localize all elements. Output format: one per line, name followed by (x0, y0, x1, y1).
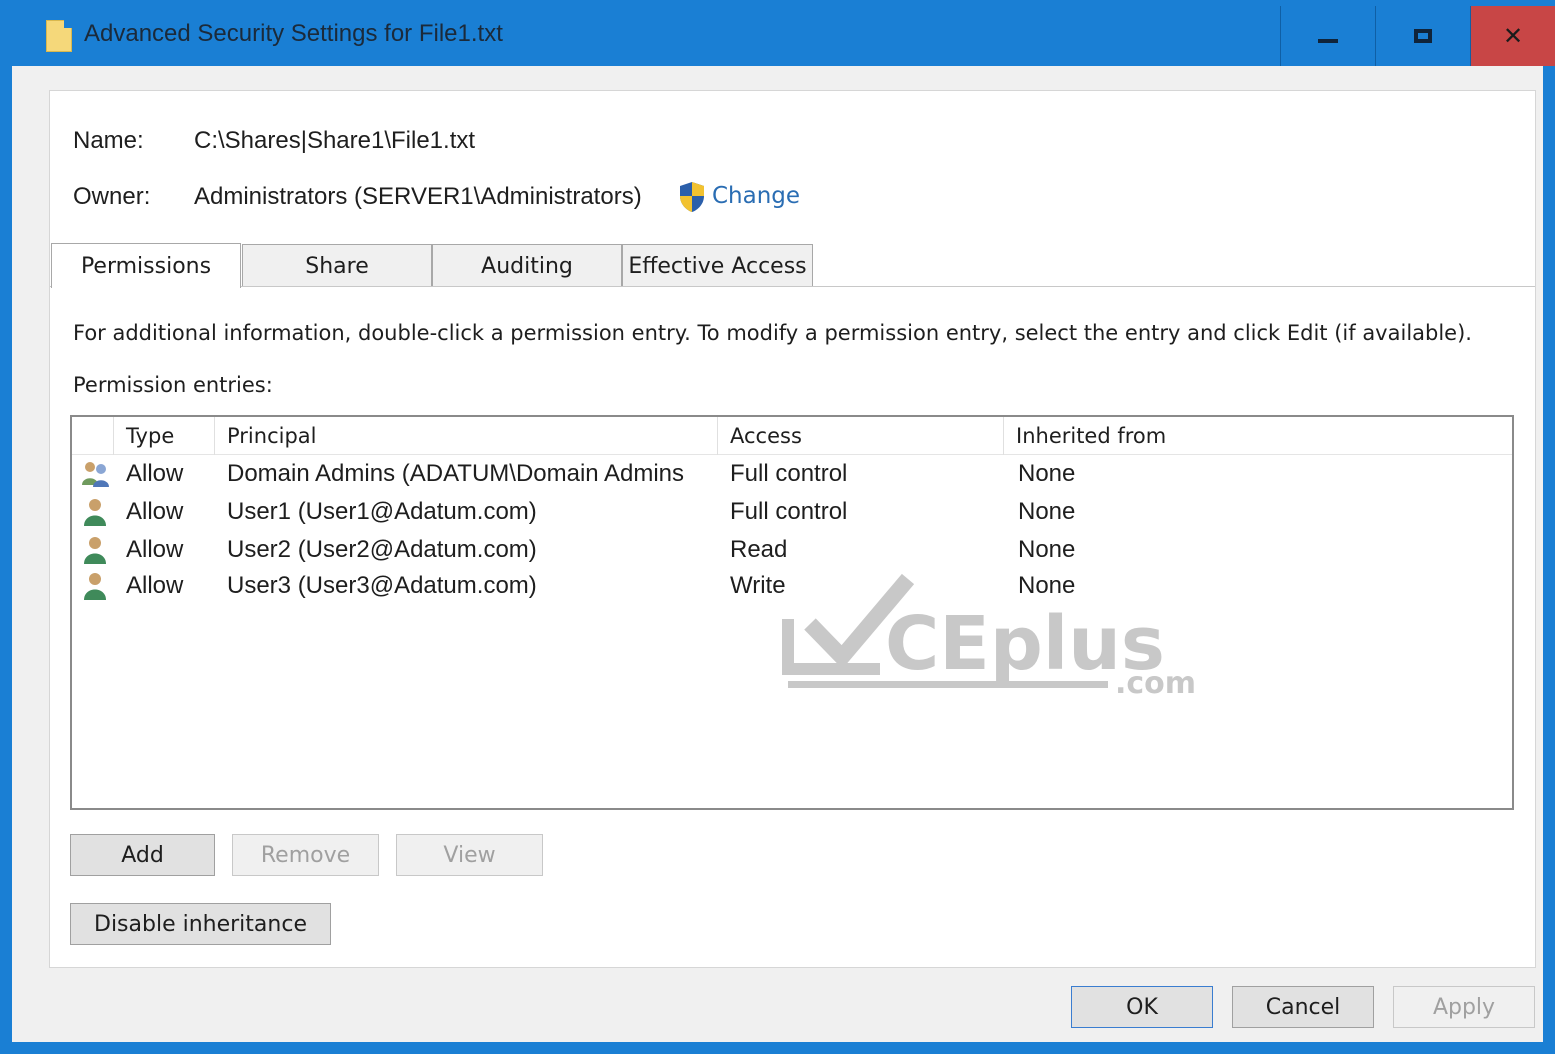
remove-button[interactable]: Remove (232, 834, 379, 876)
uac-shield-icon (680, 182, 704, 212)
owner-value: Administrators (SERVER1\Administrators) (194, 183, 642, 210)
user-icon (84, 537, 106, 564)
tab-permissions[interactable]: Permissions (51, 243, 241, 288)
row-access: Read (730, 536, 788, 563)
row-access: Full control (730, 498, 848, 525)
apply-button[interactable]: Apply (1393, 986, 1535, 1028)
table-row[interactable]: Allow Domain Admins (ADATUM\Domain Admin… (72, 455, 1512, 493)
minimize-icon (1318, 39, 1338, 43)
user-icon (84, 573, 106, 600)
row-principal: User2 (User2@Adatum.com) (227, 536, 537, 563)
row-principal: User1 (User1@Adatum.com) (227, 498, 537, 525)
change-owner-link[interactable]: Change (712, 183, 800, 209)
name-value: C:\Shares|Share1\File1.txt (194, 127, 476, 154)
row-access: Full control (730, 460, 848, 487)
minimize-button[interactable] (1280, 6, 1375, 66)
permission-entries-label: Permission entries: (73, 373, 273, 397)
row-inherited-from: None (1018, 536, 1076, 563)
row-type: Allow (126, 498, 184, 525)
permission-entries-list[interactable]: Type Principal Access Inherited from All… (70, 415, 1514, 810)
table-row[interactable]: Allow User3 (User3@Adatum.com) Write Non… (72, 567, 1512, 605)
maximize-button[interactable] (1375, 6, 1470, 66)
column-header-icon[interactable] (72, 417, 114, 455)
disable-inheritance-button[interactable]: Disable inheritance (70, 903, 331, 945)
row-inherited-from: None (1018, 572, 1076, 599)
row-inherited-from: None (1018, 498, 1076, 525)
cancel-button[interactable]: Cancel (1232, 986, 1374, 1028)
owner-label: Owner: (73, 183, 151, 210)
tab-divider (50, 286, 1535, 287)
name-label: Name: (73, 127, 144, 154)
maximize-icon (1414, 29, 1432, 43)
settings-panel: Name: C:\Shares|Share1\File1.txt Owner: … (49, 90, 1536, 968)
title-bar[interactable]: Advanced Security Settings for File1.txt… (12, 0, 1555, 66)
row-principal: User3 (User3@Adatum.com) (227, 572, 537, 599)
list-header: Type Principal Access Inherited from (72, 417, 1512, 455)
row-access: Write (730, 572, 786, 599)
column-header-type[interactable]: Type (114, 417, 215, 455)
add-button[interactable]: Add (70, 834, 215, 876)
tab-effective-access[interactable]: Effective Access (622, 244, 813, 287)
column-header-inherited-from[interactable]: Inherited from (1004, 417, 1512, 455)
close-icon: ✕ (1502, 22, 1524, 50)
tab-auditing[interactable]: Auditing (432, 244, 622, 287)
row-type: Allow (126, 460, 184, 487)
advanced-security-settings-window: Advanced Security Settings for File1.txt… (0, 0, 1555, 1054)
row-principal: Domain Admins (ADATUM\Domain Admins (227, 460, 685, 487)
table-row[interactable]: Allow User2 (User2@Adatum.com) Read None (72, 531, 1512, 569)
column-header-access[interactable]: Access (718, 417, 1004, 455)
row-type: Allow (126, 572, 184, 599)
table-row[interactable]: Allow User1 (User1@Adatum.com) Full cont… (72, 493, 1512, 531)
info-text: For additional information, double-click… (73, 321, 1472, 345)
column-header-principal[interactable]: Principal (215, 417, 718, 455)
view-button[interactable]: View (396, 834, 543, 876)
user-icon (84, 499, 106, 526)
row-inherited-from: None (1018, 460, 1076, 487)
window-title: Advanced Security Settings for File1.txt (84, 20, 503, 47)
group-icon (82, 462, 109, 487)
row-type: Allow (126, 536, 184, 563)
tab-share[interactable]: Share (242, 244, 432, 287)
close-button[interactable]: ✕ (1470, 6, 1555, 66)
ok-button[interactable]: OK (1071, 986, 1213, 1028)
file-icon (46, 20, 72, 52)
